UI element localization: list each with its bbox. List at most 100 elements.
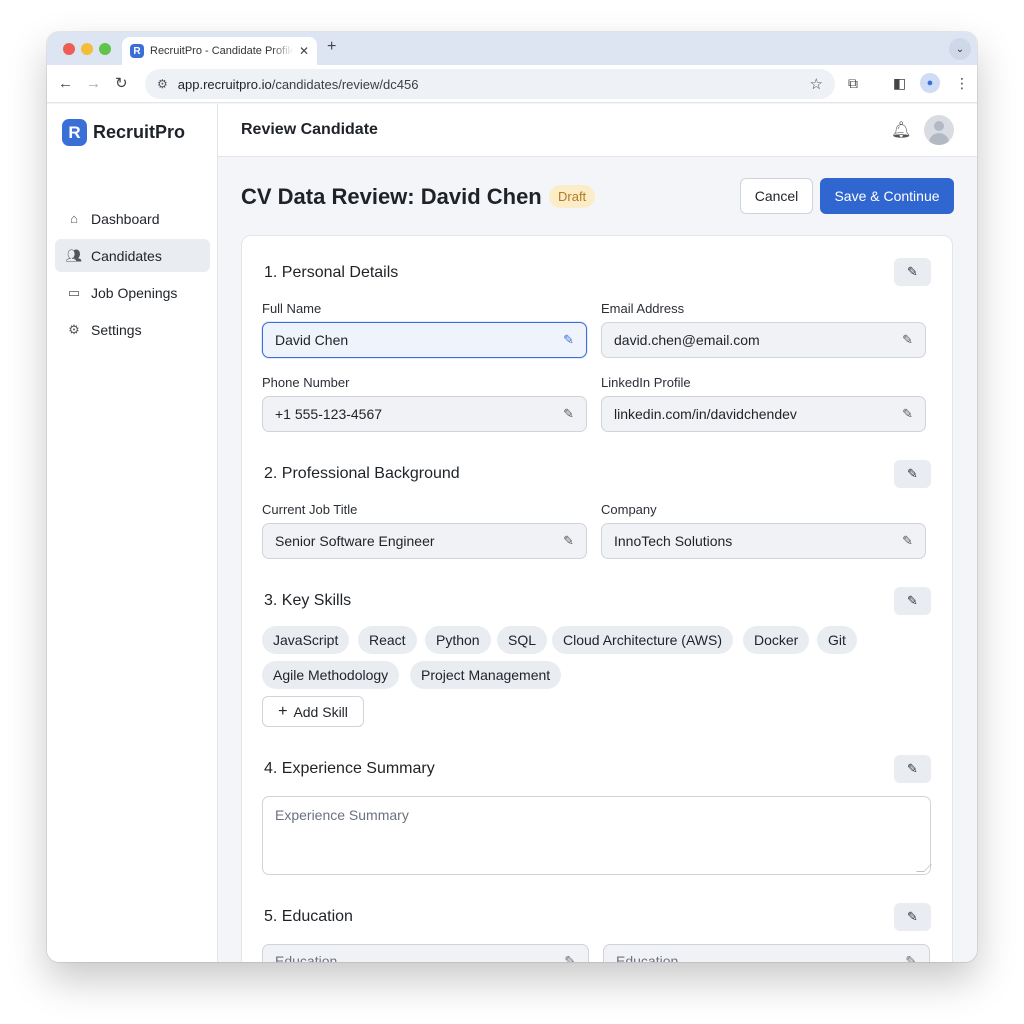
close-tab-icon[interactable]: ✕ — [299, 44, 309, 58]
bell-icon[interactable]: 🔔︎ — [891, 120, 911, 140]
company-value: InnoTech Solutions — [614, 533, 733, 549]
skill-chip[interactable]: Docker — [743, 626, 810, 654]
maximize-window-button[interactable] — [99, 43, 111, 55]
phone-label: Phone Number — [262, 375, 350, 390]
profile-icon[interactable]: ● — [920, 73, 940, 93]
address-bar[interactable]: ⚙ app.recruitpro.io/candidates/review/dc… — [145, 69, 835, 99]
pencil-icon: ✎ — [907, 264, 918, 279]
education-value: Education — [616, 953, 679, 962]
back-arrow-icon[interactable]: ← — [58, 75, 73, 93]
new-tab-icon[interactable]: + — [327, 38, 336, 56]
pencil-icon[interactable]: ✎ — [564, 953, 576, 962]
briefcase-icon: ▭ — [67, 284, 81, 300]
url-host: app.recruitpro.io — [177, 76, 272, 92]
sidebar-item-label: Job Openings — [91, 284, 178, 301]
brand-logo-icon: R — [62, 119, 87, 146]
section-title-personal: 1. Personal Details — [264, 264, 399, 281]
browser-window: R RecruitPro - Candidate Profile ✕ + ⌄ ←… — [47, 32, 977, 962]
resize-handle-icon[interactable] — [916, 864, 932, 872]
minimize-window-button[interactable] — [81, 43, 93, 55]
bookmark-star-icon[interactable]: ☆ — [810, 75, 823, 93]
url-path: /candidates/review/dc456 — [271, 76, 419, 92]
skill-chip[interactable]: Git — [817, 626, 857, 654]
pencil-icon: ✎ — [907, 761, 918, 776]
edit-education-button[interactable]: ✎ — [894, 903, 931, 931]
pencil-icon[interactable]: ✎ — [563, 533, 574, 549]
pencil-icon[interactable]: ✎ — [563, 332, 574, 348]
home-icon: ⌂ — [70, 211, 78, 226]
cv-review-form: 1. Personal Details ✎ Full Name David Ch… — [241, 235, 953, 962]
email-field[interactable]: david.chen@email.com ✎ — [601, 322, 926, 358]
add-skill-button[interactable]: + Add Skill — [262, 696, 364, 727]
education-field[interactable]: Education ✎ — [603, 944, 930, 962]
brand[interactable]: R RecruitPro — [62, 119, 185, 146]
gear-icon: ⚙ — [68, 321, 80, 337]
pencil-icon[interactable]: ✎ — [902, 406, 913, 422]
close-window-button[interactable] — [63, 43, 75, 55]
skill-chip[interactable]: React — [358, 626, 417, 654]
browser-menu-icon[interactable]: ⋮ — [955, 75, 969, 92]
add-skill-label: Add Skill — [293, 703, 348, 720]
full-name-label: Full Name — [262, 301, 322, 316]
linkedin-value: linkedin.com/in/davidchendev — [614, 406, 797, 422]
sidebar-item-settings[interactable]: ⚙ Settings — [55, 313, 210, 346]
linkedin-field[interactable]: linkedin.com/in/davidchendev ✎ — [601, 396, 926, 432]
edit-professional-button[interactable]: ✎ — [894, 460, 931, 488]
sidebar-item-candidates[interactable]: 👥︎ Candidates — [55, 239, 210, 272]
header-title: Review Candidate — [241, 121, 378, 138]
site-info-icon[interactable]: ⚙ — [157, 77, 168, 91]
skill-chip[interactable]: Agile Methodology — [262, 661, 400, 689]
full-name-value: David Chen — [275, 332, 349, 348]
phone-field[interactable]: +1 555-123-4567 ✎ — [262, 396, 587, 432]
status-badge: Draft — [549, 185, 596, 208]
forward-arrow-icon[interactable]: → — [86, 75, 101, 93]
reload-icon[interactable]: ↻ — [115, 75, 128, 93]
sidebar-item-label: Candidates — [91, 247, 162, 264]
brand-name: RecruitPro — [93, 122, 186, 142]
pencil-icon[interactable]: ✎ — [902, 533, 913, 549]
email-label: Email Address — [601, 301, 685, 316]
skill-chip[interactable]: Project Management — [410, 661, 562, 689]
side-panel-icon[interactable]: ◧ — [893, 75, 906, 92]
users-icon: 👥︎ — [65, 247, 83, 263]
edit-skills-button[interactable]: ✎ — [894, 587, 931, 615]
section-title-education: 5. Education — [264, 908, 353, 925]
skill-chip[interactable]: JavaScript — [262, 626, 350, 654]
experience-summary-placeholder: Experience Summary — [275, 807, 409, 823]
section-title-professional: 2. Professional Background — [264, 465, 460, 482]
section-title-skills: 3. Key Skills — [264, 592, 352, 609]
education-value: Education — [275, 953, 338, 962]
full-name-field[interactable]: David Chen ✎ — [262, 322, 587, 358]
phone-value: +1 555-123-4567 — [275, 406, 383, 422]
skill-chip[interactable]: Python — [425, 626, 491, 654]
job-title-field[interactable]: Senior Software Engineer ✎ — [262, 523, 587, 559]
sidebar-item-label: Settings — [91, 321, 142, 338]
job-title-label: Current Job Title — [262, 502, 358, 517]
skill-chip[interactable]: SQL — [497, 626, 548, 654]
edit-experience-button[interactable]: ✎ — [894, 755, 931, 783]
extensions-icon[interactable]: ⧉ — [848, 75, 858, 92]
tab-title: RecruitPro - Candidate Profile — [150, 45, 293, 57]
tab-search-chevron-icon[interactable]: ⌄ — [949, 38, 971, 60]
experience-summary-textarea[interactable]: Experience Summary — [262, 796, 932, 875]
pencil-icon[interactable]: ✎ — [563, 406, 574, 422]
cancel-button[interactable]: Cancel — [740, 178, 813, 214]
save-continue-button[interactable]: Save & Continue — [820, 178, 954, 214]
app-header: Review Candidate 🔔︎ — [218, 104, 977, 157]
email-value: david.chen@email.com — [614, 332, 760, 348]
sidebar-item-job-openings[interactable]: ▭ Job Openings — [55, 276, 210, 309]
plus-icon: + — [278, 702, 288, 720]
company-field[interactable]: InnoTech Solutions ✎ — [601, 523, 926, 559]
tab-strip: R RecruitPro - Candidate Profile ✕ + ⌄ — [47, 32, 977, 65]
browser-tab[interactable]: R RecruitPro - Candidate Profile ✕ — [122, 37, 317, 65]
linkedin-label: LinkedIn Profile — [601, 375, 691, 390]
education-field[interactable]: Education ✎ — [262, 944, 589, 962]
sidebar-item-label: Dashboard — [91, 210, 160, 227]
pencil-icon[interactable]: ✎ — [902, 332, 913, 348]
sidebar-item-dashboard[interactable]: ⌂ Dashboard — [55, 202, 210, 235]
skill-chip[interactable]: Cloud Architecture (AWS) — [552, 626, 733, 654]
avatar[interactable] — [924, 115, 954, 145]
section-title-experience: 4. Experience Summary — [264, 760, 435, 777]
pencil-icon[interactable]: ✎ — [905, 953, 917, 962]
edit-personal-button[interactable]: ✎ — [894, 258, 931, 286]
